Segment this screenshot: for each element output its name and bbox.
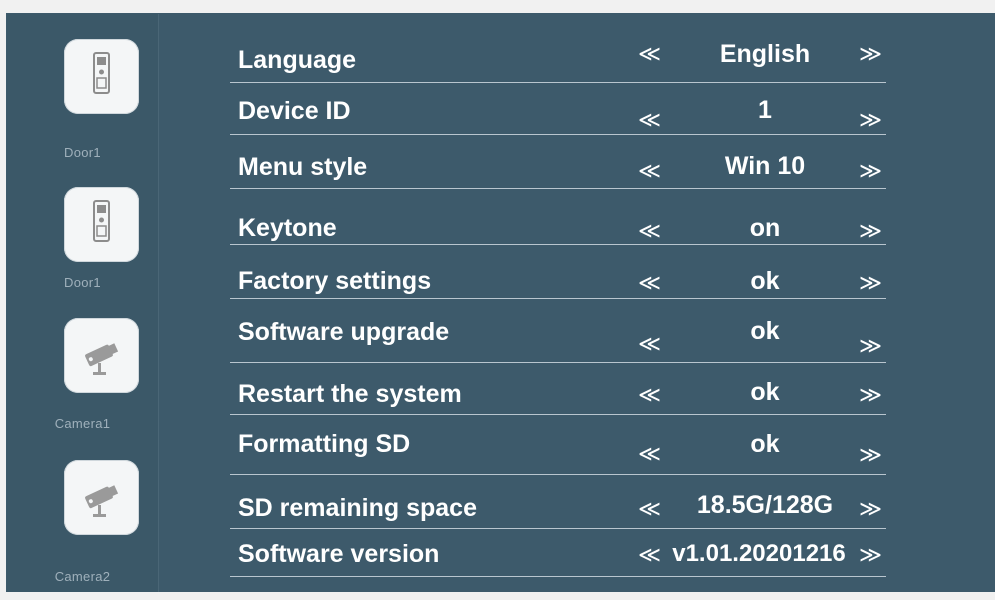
camera-icon <box>85 343 119 375</box>
sidebar-tile-camera2[interactable] <box>64 460 139 535</box>
setting-label: Keytone <box>238 214 337 242</box>
setting-row-software-upgrade[interactable]: Software upgrade ≪ ok ≫ <box>230 300 886 363</box>
setting-value: ok <box>750 317 780 345</box>
sidebar-tile-camera1[interactable] <box>64 318 139 393</box>
setting-value: English <box>719 40 811 68</box>
next-arrow-icon[interactable]: ≫ <box>859 159 882 183</box>
prev-arrow-icon[interactable]: ≪ <box>638 332 661 356</box>
prev-arrow-icon[interactable]: ≪ <box>638 442 661 466</box>
prev-arrow-icon[interactable]: ≪ <box>638 383 661 407</box>
next-arrow-icon[interactable]: ≫ <box>859 42 882 66</box>
sidebar-tile-door1-2[interactable] <box>64 187 139 262</box>
sidebar-item-camera2[interactable]: Camera2 <box>7 460 158 600</box>
prev-arrow-icon[interactable]: ≪ <box>638 159 661 183</box>
sidebar-item-label: Camera1 <box>54 416 111 431</box>
setting-label: Formatting SD <box>238 430 411 458</box>
setting-row-restart-system[interactable]: Restart the system ≪ ok ≫ <box>230 364 886 415</box>
prev-arrow-icon[interactable]: ≪ <box>638 497 661 521</box>
setting-value: ok <box>750 378 780 406</box>
screen: Door1 Door1 Camera1 Camera2 Language ≪ E… <box>0 0 995 592</box>
setting-row-sd-remaining-space[interactable]: SD remaining space ≪ 18.5G/128G ≫ <box>230 476 886 529</box>
prev-arrow-icon[interactable]: ≪ <box>638 271 661 295</box>
setting-label: Software version <box>238 540 440 568</box>
door-phone-icon <box>93 200 110 242</box>
sidebar-item-label: Door1 <box>64 275 101 290</box>
next-arrow-icon[interactable]: ≫ <box>859 383 882 407</box>
setting-label: SD remaining space <box>238 494 477 522</box>
setting-label: Restart the system <box>238 380 462 408</box>
sidebar-tile-door1[interactable] <box>64 39 139 114</box>
prev-arrow-icon[interactable]: ≪ <box>638 219 661 243</box>
sidebar-item-door1-2[interactable]: Door1 <box>7 187 158 327</box>
setting-label: Device ID <box>238 97 351 125</box>
next-arrow-icon[interactable]: ≫ <box>859 443 882 467</box>
setting-row-menu-style[interactable]: Menu style ≪ Win 10 ≫ <box>230 136 886 189</box>
prev-arrow-icon[interactable]: ≪ <box>638 108 661 132</box>
sidebar-item-door1[interactable]: Door1 <box>7 39 158 179</box>
setting-label: Language <box>238 46 357 74</box>
sidebar-item-camera1[interactable]: Camera1 <box>7 318 158 458</box>
setting-row-formatting-sd[interactable]: Formatting SD ≪ ok ≫ <box>230 416 886 475</box>
setting-label: Software upgrade <box>238 318 450 346</box>
setting-row-software-version[interactable]: Software version ≪ v1.01.20201216 ≫ <box>230 530 886 577</box>
setting-value: v1.01.20201216 <box>672 540 846 567</box>
door-phone-icon <box>93 52 110 94</box>
setting-value: 18.5G/128G <box>696 491 834 519</box>
next-arrow-icon[interactable]: ≫ <box>859 271 882 295</box>
sidebar-item-label: Door1 <box>64 145 101 160</box>
setting-row-keytone[interactable]: Keytone ≪ on ≫ <box>230 190 886 245</box>
setting-value: ok <box>750 430 780 458</box>
prev-arrow-icon[interactable]: ≪ <box>638 42 661 66</box>
setting-row-factory-settings[interactable]: Factory settings ≪ ok ≫ <box>230 246 886 299</box>
settings-list: Language ≪ English ≫ Device ID ≪ 1 ≫ Men… <box>230 30 886 582</box>
setting-row-device-id[interactable]: Device ID ≪ 1 ≫ <box>230 84 886 135</box>
setting-label: Menu style <box>238 153 368 181</box>
setting-label: Factory settings <box>238 267 432 295</box>
next-arrow-icon[interactable]: ≫ <box>859 497 882 521</box>
setting-value: ok <box>750 267 780 295</box>
next-arrow-icon[interactable]: ≫ <box>859 219 882 243</box>
next-arrow-icon[interactable]: ≫ <box>859 108 882 132</box>
setting-value: on <box>749 214 781 242</box>
device-sidebar: Door1 Door1 Camera1 Camera2 <box>7 14 159 592</box>
setting-value: 1 <box>758 96 772 124</box>
sidebar-item-label: Camera2 <box>54 569 111 584</box>
next-arrow-icon[interactable]: ≫ <box>859 543 882 567</box>
camera-icon <box>85 485 119 517</box>
next-arrow-icon[interactable]: ≫ <box>859 334 882 358</box>
setting-value: Win 10 <box>724 152 806 180</box>
setting-row-language[interactable]: Language ≪ English ≫ <box>230 30 886 83</box>
